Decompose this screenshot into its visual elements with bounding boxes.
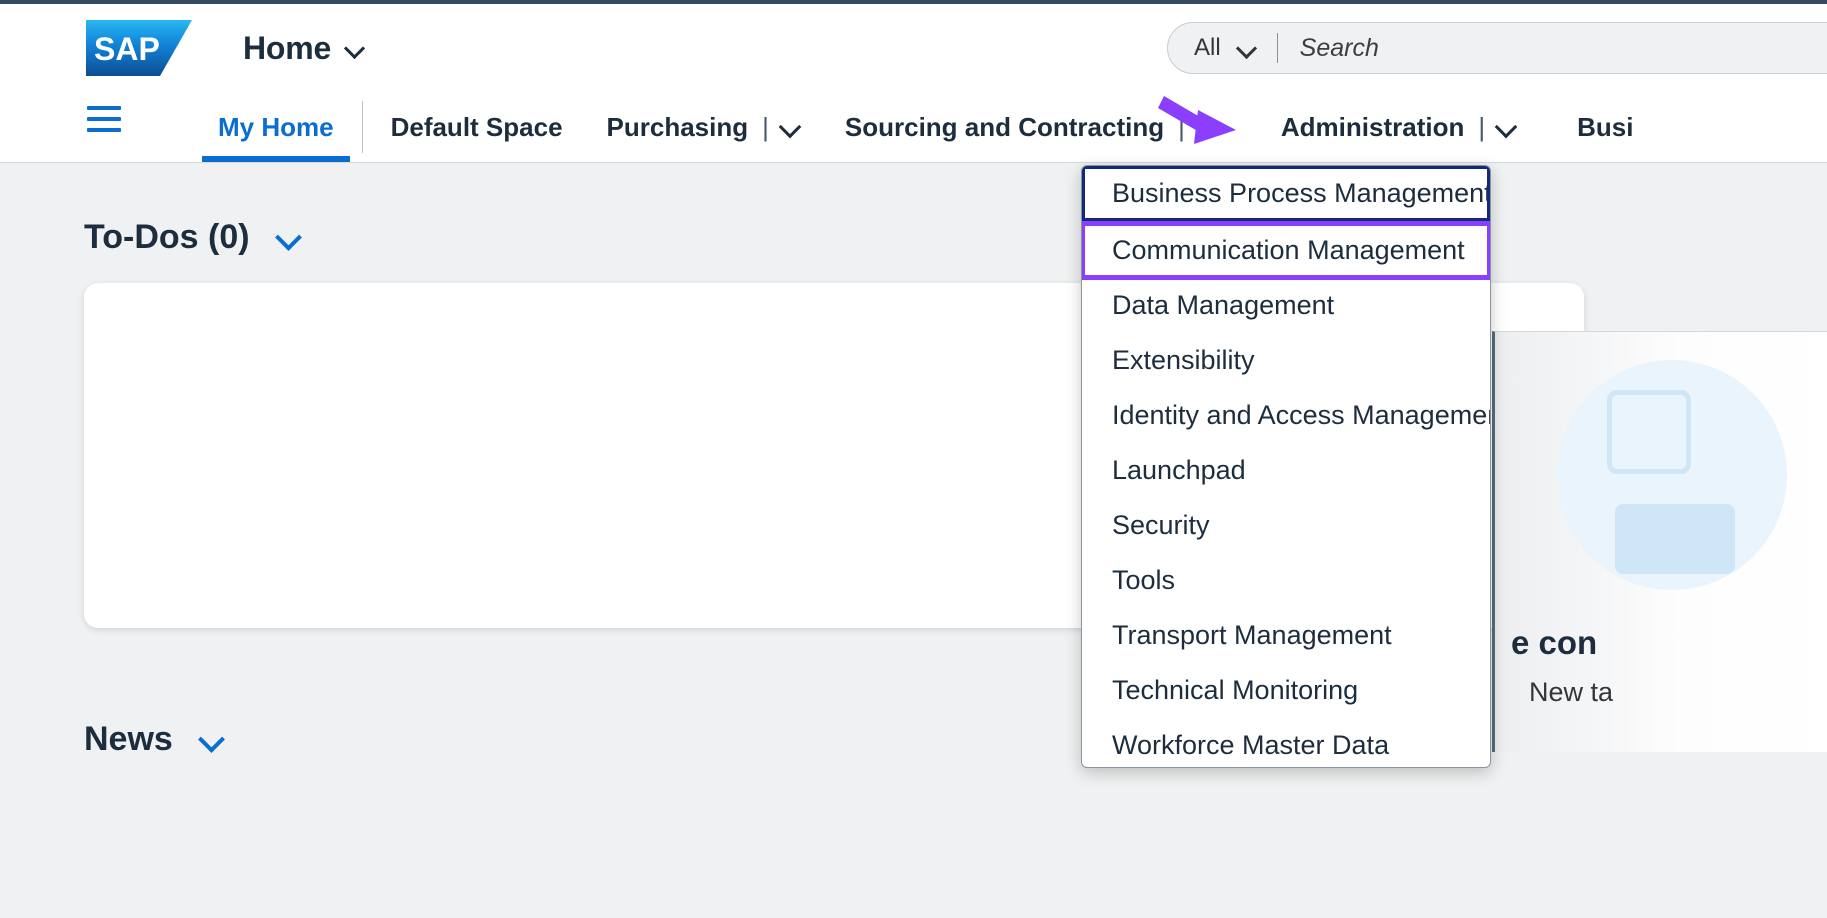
tile-subtitle: New ta xyxy=(1529,677,1614,707)
nav-item-sourcing-and-contracting[interactable]: Sourcing and Contracting | xyxy=(823,92,1239,162)
page-content: To-Dos (0) News e con New ta xyxy=(0,163,1827,918)
menu-item-label: Technical Monitoring xyxy=(1112,675,1359,705)
navigation-bar: My Home Default Space Purchasing | Sourc… xyxy=(0,92,1827,163)
svg-text:SAP: SAP xyxy=(94,31,160,67)
chevron-down-icon[interactable] xyxy=(779,116,801,138)
nav-item-administration[interactable]: Administration | xyxy=(1239,92,1539,162)
nav-item-label: Purchasing xyxy=(606,111,749,142)
chevron-down-icon[interactable] xyxy=(1237,39,1255,57)
hamburger-menu-icon[interactable] xyxy=(87,106,121,132)
news-title: News xyxy=(84,720,173,758)
menu-item-label: Tools xyxy=(1112,565,1176,595)
tile-illustration-bar xyxy=(1615,504,1735,574)
menu-item-communication-management[interactable]: Communication Management xyxy=(1082,221,1490,280)
nav-item-label: My Home xyxy=(218,111,334,142)
nav-item-pipe: | xyxy=(762,111,769,142)
menu-item-label: Communication Management xyxy=(1112,235,1465,265)
menu-item-label: Data Management xyxy=(1112,290,1335,320)
search-scope-label: All xyxy=(1194,34,1221,61)
chevron-down-icon[interactable] xyxy=(199,727,225,753)
nav-item-pipe: | xyxy=(1178,111,1185,142)
news-section-header: News xyxy=(84,720,225,759)
menu-item-transport-management[interactable]: Transport Management xyxy=(1082,608,1490,663)
chevron-down-icon[interactable] xyxy=(1195,116,1217,138)
menu-item-extensibility[interactable]: Extensibility xyxy=(1082,333,1490,388)
nav-item-label: Busi xyxy=(1577,111,1634,142)
sap-logo[interactable]: SAP xyxy=(86,20,192,76)
menu-item-data-management[interactable]: Data Management xyxy=(1082,278,1490,333)
chevron-down-icon[interactable] xyxy=(345,39,365,59)
nav-item-my-home[interactable]: My Home xyxy=(196,92,356,162)
menu-item-identity-and-access-management[interactable]: Identity and Access Management xyxy=(1082,388,1490,443)
shell-header: SAP Home All Search xyxy=(0,4,1827,92)
todos-section-header: To-Dos (0) xyxy=(84,218,302,257)
menu-item-label: Business Process Management xyxy=(1112,178,1491,208)
chevron-down-icon[interactable] xyxy=(276,225,302,251)
menu-item-technical-monitoring[interactable]: Technical Monitoring xyxy=(1082,663,1490,718)
search-scope-select[interactable]: All xyxy=(1168,34,1255,62)
nav-item-default-space[interactable]: Default Space xyxy=(369,92,585,162)
nav-item-label: Sourcing and Contracting xyxy=(844,111,1165,142)
chevron-down-icon[interactable] xyxy=(1495,116,1517,138)
menu-item-tools[interactable]: Tools xyxy=(1082,553,1490,608)
app-title[interactable]: Home xyxy=(243,30,365,67)
nav-item-label: Default Space xyxy=(390,111,563,142)
tile-illustration-frame xyxy=(1607,390,1691,474)
tile-title: e con xyxy=(1511,624,1598,661)
menu-item-label: Extensibility xyxy=(1112,345,1255,375)
search-input[interactable]: Search xyxy=(1300,34,1379,63)
menu-item-launchpad[interactable]: Launchpad xyxy=(1082,443,1490,498)
app-title-label: Home xyxy=(243,30,332,66)
search-divider xyxy=(1276,33,1278,63)
nav-separator xyxy=(361,101,363,153)
menu-item-label: Launchpad xyxy=(1112,455,1246,485)
nav-item-label: Administration xyxy=(1280,111,1465,142)
nav-item-purchasing[interactable]: Purchasing | xyxy=(585,92,823,162)
right-content-tile[interactable]: e con New ta xyxy=(1492,331,1827,752)
navigation-items: My Home Default Space Purchasing | Sourc… xyxy=(196,92,1655,162)
administration-dropdown-menu: Business Process Management Communicatio… xyxy=(1081,165,1491,768)
menu-item-business-process-management[interactable]: Business Process Management xyxy=(1082,166,1491,222)
nav-item-business[interactable]: Busi xyxy=(1539,92,1655,162)
menu-item-label: Workforce Master Data xyxy=(1112,730,1390,760)
todos-title: To-Dos (0) xyxy=(84,218,250,256)
menu-item-label: Transport Management xyxy=(1112,620,1392,650)
menu-item-label: Security xyxy=(1112,510,1210,540)
menu-item-security[interactable]: Security xyxy=(1082,498,1490,553)
search-bar[interactable]: All Search xyxy=(1167,22,1827,74)
menu-item-workforce-master-data[interactable]: Workforce Master Data xyxy=(1082,718,1490,767)
nav-item-pipe: | xyxy=(1478,111,1486,142)
menu-item-label: Identity and Access Management xyxy=(1112,400,1491,430)
